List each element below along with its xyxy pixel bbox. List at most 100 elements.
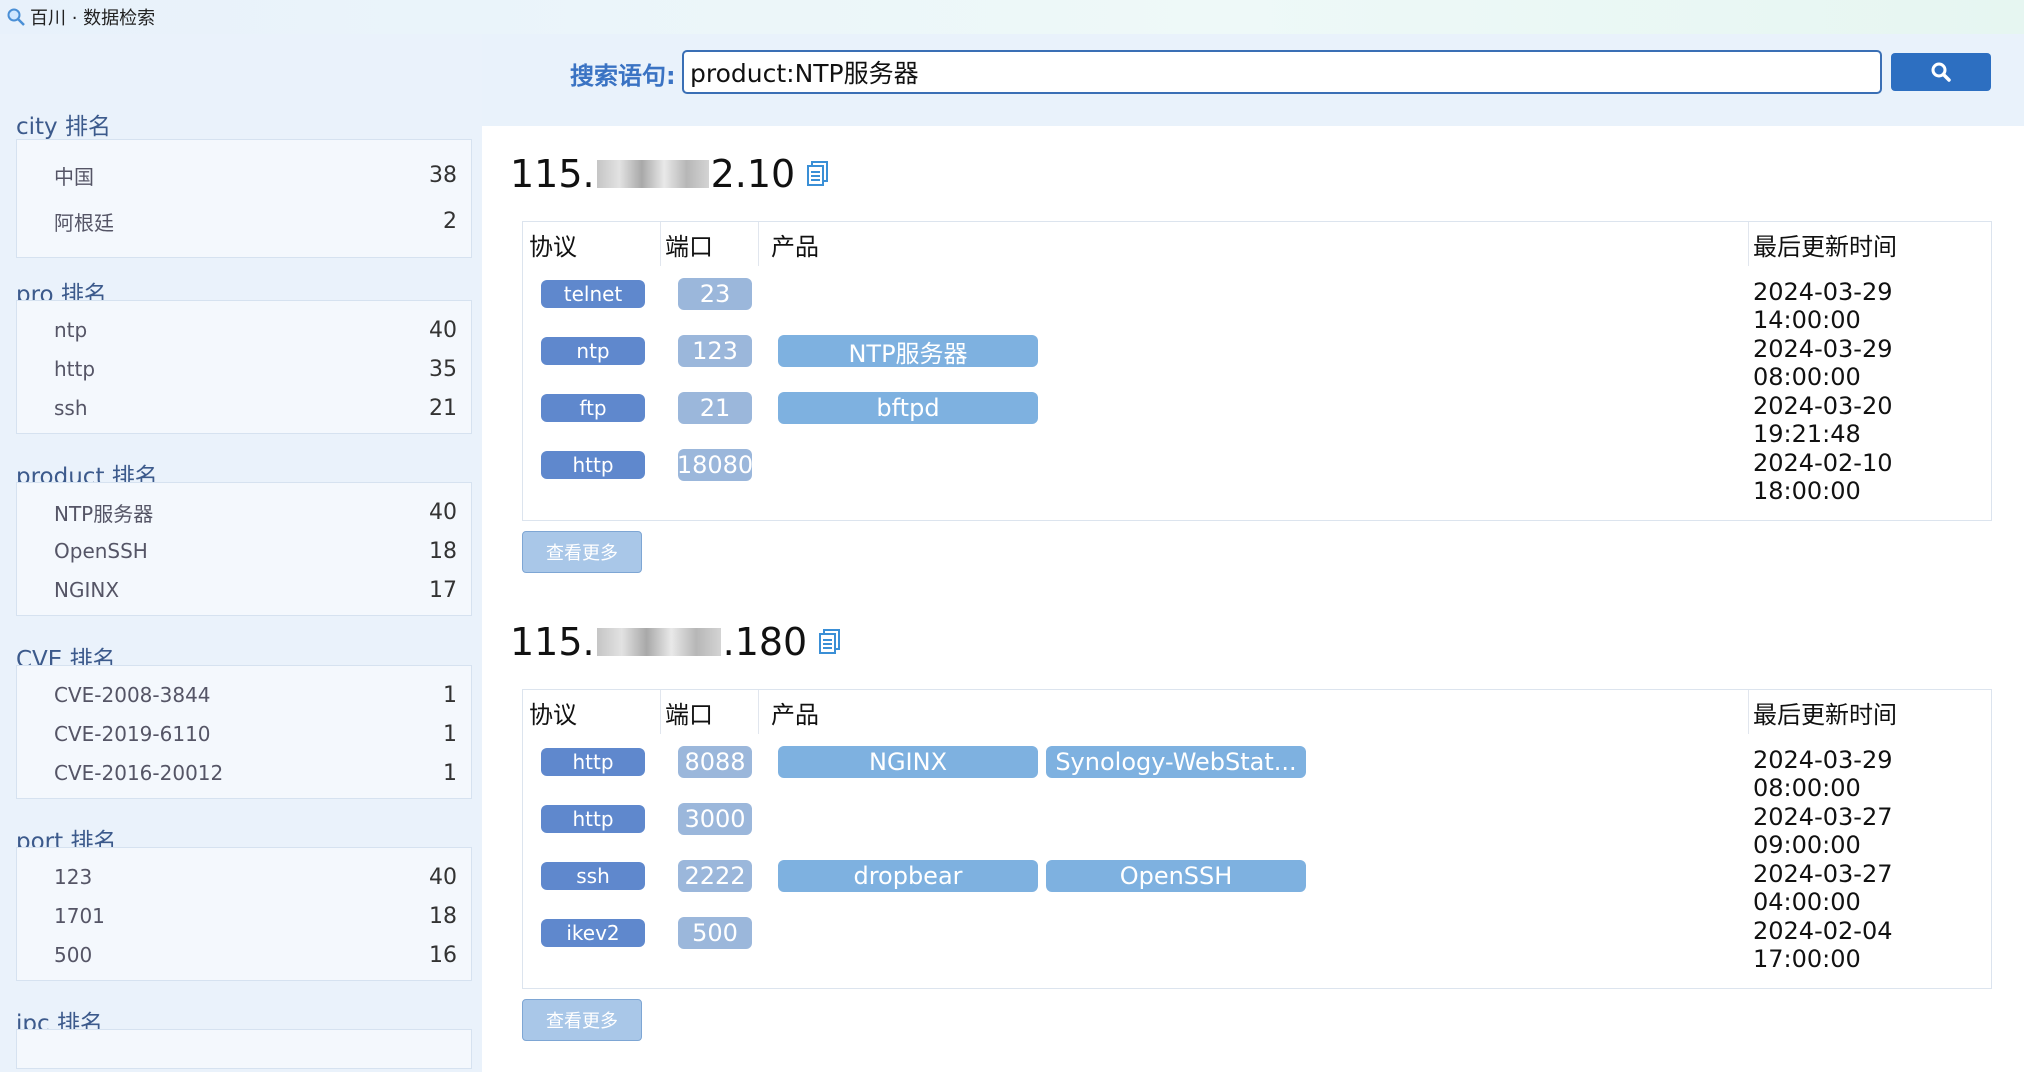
port-tag[interactable]: 123	[678, 335, 752, 367]
search-input[interactable]	[682, 50, 1882, 94]
facet-item-name: 500	[54, 943, 93, 967]
product-tag[interactable]: NGINX	[778, 746, 1038, 778]
facet-item[interactable]: ssh 21	[54, 393, 457, 423]
view-more-button[interactable]: 查看更多	[522, 999, 642, 1041]
search-icon	[1931, 62, 1951, 82]
table-row: ftp 21 bftpd 2024-03-20 19:21:48	[523, 380, 1991, 448]
facet-item[interactable]: CVE-2019-6110 1	[54, 719, 457, 749]
facet-item-name: 中国	[54, 164, 94, 189]
title-bar: 百川 · 数据检索	[0, 0, 2024, 34]
product-tag[interactable]: dropbear	[778, 860, 1038, 892]
column-divider	[1748, 690, 1749, 734]
facet-sidebar: city 排名 中国 38 阿根廷 2 pro 排名 ntp 40 http 35 ssh 21 pro…	[0, 34, 482, 1072]
table-header-updated: 最后更新时间	[1753, 700, 1897, 729]
protocol-tag[interactable]: telnet	[541, 280, 645, 308]
facet-item[interactable]: 500 16	[54, 940, 457, 970]
column-divider	[660, 690, 661, 734]
facet-list: 123 40 1701 18 500 16	[16, 847, 472, 981]
facet-list: CVE-2008-3844 1 CVE-2019-6110 1 CVE-2016-200…	[16, 665, 472, 799]
table-row: http 8088 NGINX Synology-WebStat... 2024-03-…	[523, 734, 1991, 802]
port-table: 协议 端口 产品 最后更新时间 http 8088 NGINX Synology-WebSta…	[522, 689, 1992, 989]
facet-item-name: http	[54, 357, 96, 381]
search-label: 搜索语句:	[570, 62, 676, 90]
table-row: ntp 123 NTP服务器 2024-03-29 08:00:00	[523, 323, 1991, 391]
table-row: http 3000 2024-03-27 09:00:00	[523, 791, 1991, 859]
product-tag[interactable]: NTP服务器	[778, 335, 1038, 367]
facet-item-name: 123	[54, 865, 93, 889]
facet-item-count: 18	[429, 903, 457, 929]
facet-list: 中国 38 阿根廷 2	[16, 139, 472, 258]
protocol-tag[interactable]: http	[541, 451, 645, 479]
redacted-ip-segment	[596, 628, 721, 656]
facet-item[interactable]: 阿根廷 2	[54, 206, 457, 236]
search-button[interactable]	[1891, 53, 1991, 91]
facet-item[interactable]: 中国 38	[54, 160, 457, 190]
facet-item-count: 1	[443, 721, 457, 747]
facet-item-count: 40	[429, 317, 457, 343]
facet-item-name: CVE-2008-3844	[54, 683, 211, 707]
table-header-product: 产品	[771, 700, 819, 729]
last-updated-time: 2024-02-10 18:00:00	[1753, 449, 1893, 505]
port-tag[interactable]: 500	[678, 917, 752, 949]
last-updated-time: 2024-02-04 17:00:00	[1753, 917, 1893, 973]
facet-item[interactable]: NGINX 17	[54, 575, 457, 605]
copy-icon[interactable]	[807, 161, 829, 187]
facet-item[interactable]: http 35	[54, 354, 457, 384]
port-tag[interactable]: 8088	[678, 746, 752, 778]
facet-item[interactable]: NTP服务器 40	[54, 497, 457, 527]
table-header-port: 端口	[665, 700, 713, 729]
protocol-tag[interactable]: http	[541, 748, 645, 776]
facet-item-name: NGINX	[54, 578, 120, 602]
port-tag[interactable]: 18080	[677, 449, 753, 481]
facet-item-count: 16	[429, 942, 457, 968]
table-header-protocol: 协议	[529, 232, 577, 261]
table-header-updated: 最后更新时间	[1753, 232, 1897, 261]
facet-item-name: 1701	[54, 904, 105, 928]
facet-title: city 排名	[16, 114, 111, 140]
host-ip-heading[interactable]: 115. .180	[510, 620, 841, 664]
table-row: ssh 2222 dropbear OpenSSH 2024-03-27 04:00:0…	[523, 848, 1991, 916]
facet-item[interactable]: CVE-2016-20012 1	[54, 758, 457, 788]
protocol-tag[interactable]: ikev2	[541, 919, 645, 947]
host-ip-prefix: 115.	[510, 620, 595, 664]
product-tag[interactable]: OpenSSH	[1046, 860, 1306, 892]
port-tag[interactable]: 2222	[678, 860, 752, 892]
table-header-protocol: 协议	[529, 700, 577, 729]
host-ip-prefix: 115.	[510, 152, 595, 196]
facet-item-name: ntp	[54, 318, 88, 342]
product-tag[interactable]: bftpd	[778, 392, 1038, 424]
app-title: 百川 · 数据检索	[30, 8, 156, 29]
product-tag[interactable]: Synology-WebStat...	[1046, 746, 1306, 778]
facet-item[interactable]: ntp 40	[54, 315, 457, 345]
facet-item-count: 40	[429, 499, 457, 525]
host-ip-suffix: 2.10	[710, 152, 796, 196]
facet-item-count: 40	[429, 864, 457, 890]
facet-item[interactable]: CVE-2008-3844 1	[54, 680, 457, 710]
column-divider	[758, 222, 759, 266]
table-header-port: 端口	[665, 232, 713, 261]
port-tag[interactable]: 23	[678, 278, 752, 310]
column-divider	[660, 222, 661, 266]
facet-list	[16, 1029, 472, 1069]
port-tag[interactable]: 21	[678, 392, 752, 424]
protocol-tag[interactable]: ssh	[541, 862, 645, 890]
facet-item[interactable]: 1701 18	[54, 901, 457, 931]
protocol-tag[interactable]: http	[541, 805, 645, 833]
port-tag[interactable]: 3000	[678, 803, 752, 835]
protocol-tag[interactable]: ntp	[541, 337, 645, 365]
copy-icon[interactable]	[819, 629, 841, 655]
protocol-tag[interactable]: ftp	[541, 394, 645, 422]
facet-item-count: 1	[443, 760, 457, 786]
host-ip-heading[interactable]: 115. 2.10	[510, 152, 829, 196]
facet-item[interactable]: 123 40	[54, 862, 457, 892]
column-divider	[1748, 222, 1749, 266]
table-row: ikev2 500 2024-02-04 17:00:00	[523, 905, 1991, 973]
facet-list: ntp 40 http 35 ssh 21	[16, 300, 472, 434]
column-divider	[758, 690, 759, 734]
facet-item-name: CVE-2019-6110	[54, 722, 211, 746]
facet-item[interactable]: OpenSSH 18	[54, 536, 457, 566]
magnifier-icon	[7, 8, 25, 26]
view-more-button[interactable]: 查看更多	[522, 531, 642, 573]
table-row: http 18080 2024-02-10 18:00:00	[523, 437, 1991, 505]
facet-item-count: 18	[429, 538, 457, 564]
